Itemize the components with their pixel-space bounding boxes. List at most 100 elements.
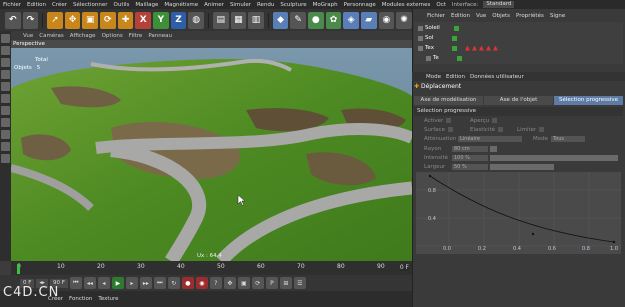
loop-icon[interactable]: ↻ (167, 277, 180, 289)
om-menu-tags[interactable]: Signe (550, 13, 565, 19)
z-axis-icon[interactable]: Z (170, 11, 187, 29)
render-icon[interactable]: ▦ (230, 11, 247, 29)
object-row[interactable]: Soleil (418, 25, 459, 31)
go-to-start-icon[interactable]: ⏮ (69, 277, 82, 289)
viewport-menu-view[interactable]: Vue (23, 33, 33, 39)
menu-edit[interactable]: Edition (24, 2, 49, 8)
menu-animate[interactable]: Animer (201, 2, 227, 8)
array-icon[interactable]: ✿ (325, 11, 342, 29)
menu-mograph[interactable]: MoGraph (310, 2, 341, 8)
pla-key-icon[interactable]: ⊞ (279, 277, 292, 289)
visibility-check-icon[interactable] (453, 25, 459, 31)
uv-mode-icon[interactable] (1, 106, 10, 115)
lock-icon[interactable] (1, 154, 10, 163)
x-axis-icon[interactable]: X (135, 11, 152, 29)
go-to-end-icon[interactable]: ⏭ (153, 277, 166, 289)
param-key-icon[interactable]: P (265, 277, 278, 289)
om-menu-properties[interactable]: Propriétés (516, 13, 544, 19)
visibility-check-icon[interactable] (451, 45, 457, 51)
material-menu-function[interactable]: Fonction (69, 296, 92, 302)
nurbs-icon[interactable]: ● (308, 11, 324, 29)
menu-snap[interactable]: Magnétisme (161, 2, 201, 8)
viewport-menu-filter[interactable]: Filtre (129, 33, 143, 39)
layout-dropdown[interactable]: Standard (483, 1, 515, 8)
elasticity-checkbox[interactable]: Elasticité (470, 127, 504, 133)
tab-soft-selection[interactable]: Sélection progressive (554, 96, 623, 105)
menu-tools[interactable]: Outils (111, 2, 133, 8)
model-mode-icon[interactable] (1, 34, 10, 43)
world-icon[interactable]: ◍ (188, 11, 204, 29)
width-field[interactable]: 50 % (452, 164, 488, 170)
width-slider[interactable] (490, 164, 554, 170)
radius-slider[interactable] (490, 146, 497, 152)
render-region-icon[interactable]: ▤ (212, 11, 229, 29)
menu-octane[interactable]: Oct (433, 2, 449, 8)
am-menu-edit[interactable]: Edition (446, 74, 465, 80)
position-key-icon[interactable]: ✥ (223, 277, 236, 289)
tag-icon[interactable] (471, 45, 477, 51)
tag-icon[interactable] (485, 45, 491, 51)
object-row[interactable]: Te (426, 55, 462, 61)
object-row[interactable]: Sol (418, 35, 458, 41)
om-menu-edit[interactable]: Edition (451, 13, 470, 19)
menu-sculpt[interactable]: Sculpture (277, 2, 309, 8)
deformer-icon[interactable]: ◈ (343, 11, 359, 29)
menu-mesh[interactable]: Maillage (132, 2, 161, 8)
rotation-key-icon[interactable]: ⟳ (251, 277, 264, 289)
viewport-menu-options[interactable]: Options (102, 33, 123, 39)
move-icon[interactable]: ✥ (64, 11, 81, 29)
mode-dropdown[interactable]: Tous (551, 136, 585, 142)
next-key-icon[interactable]: ▸▸ (139, 277, 152, 289)
edge-mode-icon[interactable] (1, 82, 10, 91)
visibility-check-icon[interactable] (452, 35, 458, 41)
tag-icon[interactable] (464, 45, 470, 51)
axis-mode-icon[interactable] (1, 58, 10, 67)
visibility-check-icon[interactable] (456, 55, 462, 61)
floor-icon[interactable]: ▰ (360, 11, 377, 29)
viewport-menu-cameras[interactable]: Caméras (39, 33, 63, 39)
workplane-icon[interactable] (1, 142, 10, 151)
om-menu-view[interactable]: Vue (476, 13, 486, 19)
autokey-icon[interactable]: ◉ (195, 277, 208, 289)
keyframe-selection-icon[interactable]: ? (209, 277, 222, 289)
light-icon[interactable]: ✺ (396, 11, 412, 29)
prev-frame-icon[interactable]: ◂ (97, 277, 110, 289)
soft-selection-icon[interactable] (1, 118, 10, 127)
timeline-playhead[interactable] (17, 264, 20, 274)
om-menu-objects[interactable]: Objets (492, 13, 510, 19)
tab-modeling-axis[interactable]: Axe de modélisation (414, 96, 483, 105)
menu-render[interactable]: Rendu (254, 2, 277, 8)
snap-icon[interactable] (1, 130, 10, 139)
falloff-dropdown[interactable]: Linéaire (458, 136, 522, 142)
cube-icon[interactable]: ◆ (272, 11, 289, 29)
preview-checkbox[interactable]: Aperçu (470, 118, 498, 124)
polygon-mode-icon[interactable] (1, 94, 10, 103)
menu-character[interactable]: Personnage (341, 2, 379, 8)
am-menu-user-data[interactable]: Données utilisateur (470, 74, 524, 80)
timeline-ruler[interactable]: 0 10 20 30 40 50 60 70 80 90 0 F (11, 261, 412, 275)
camera-icon[interactable]: ◉ (378, 11, 395, 29)
next-frame-icon[interactable]: ▸ (125, 277, 138, 289)
scale-key-icon[interactable]: ▣ (237, 277, 250, 289)
y-axis-icon[interactable]: Y (153, 11, 169, 29)
am-menu-mode[interactable]: Mode (426, 74, 441, 80)
menu-create[interactable]: Créer (49, 2, 70, 8)
redo-icon[interactable]: ↷ (22, 11, 39, 29)
object-row[interactable]: Tex (418, 45, 498, 51)
scale-icon[interactable]: ▣ (82, 11, 99, 29)
surface-checkbox[interactable]: Surface (424, 127, 453, 133)
tag-icon[interactable] (492, 45, 498, 51)
timeline-menu-icon[interactable]: ☰ (293, 277, 306, 289)
viewport-menu-panel[interactable]: Panneau (148, 33, 172, 39)
undo-icon[interactable]: ↶ (5, 11, 21, 29)
spline-pen-icon[interactable]: ✎ (290, 11, 307, 29)
material-menu-texture[interactable]: Texture (98, 296, 118, 302)
record-icon[interactable]: ● (181, 277, 194, 289)
strength-slider[interactable] (490, 155, 618, 161)
play-icon[interactable]: ▶ (111, 277, 124, 289)
menu-plugins[interactable]: Modules externes (379, 2, 434, 8)
om-menu-file[interactable]: Fichier (427, 13, 445, 19)
enable-checkbox[interactable]: Activer (424, 118, 452, 124)
radius-field[interactable]: 80 cm (452, 146, 488, 152)
render-settings-icon[interactable]: ▥ (248, 11, 264, 29)
